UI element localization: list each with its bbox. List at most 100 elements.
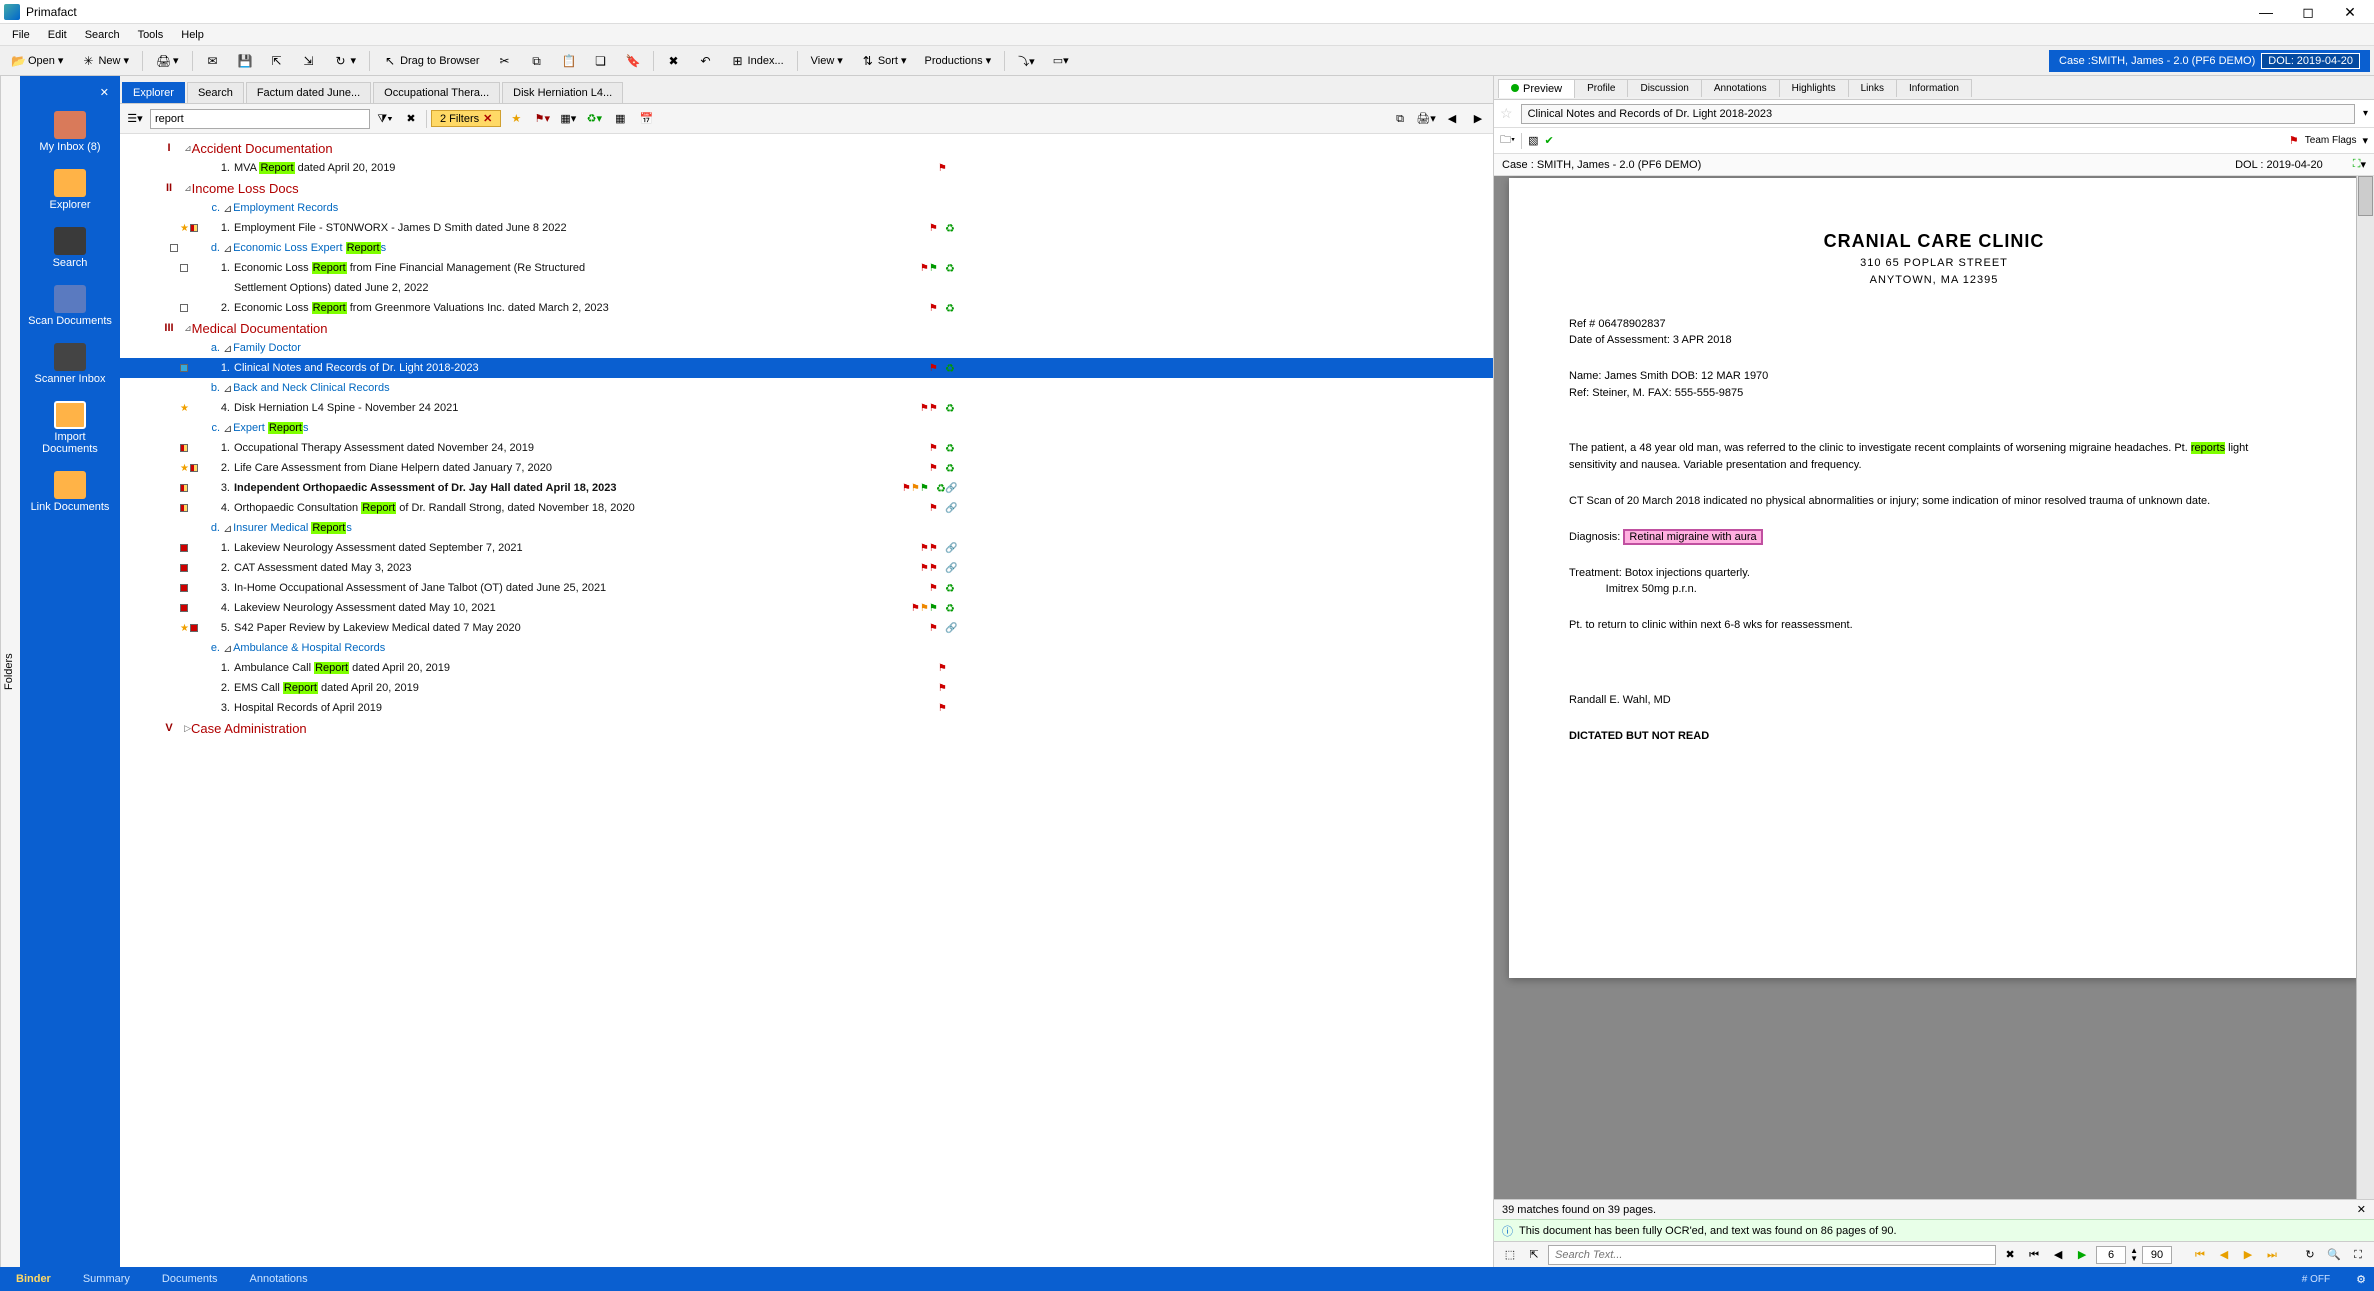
save-button[interactable]: 💾: [231, 50, 259, 72]
print-button[interactable]: 🖨▾: [149, 50, 186, 72]
document-row[interactable]: ★5.S42 Paper Review by Lakeview Medical …: [120, 618, 1493, 638]
menu-edit[interactable]: Edit: [40, 27, 75, 43]
folders-vertical-tab[interactable]: Folders: [0, 76, 20, 1267]
calendar-button[interactable]: 📅: [635, 108, 657, 130]
bottom-tab-documents[interactable]: Documents: [154, 1270, 226, 1288]
filter-button[interactable]: ⧩▾: [374, 108, 396, 130]
copy-button[interactable]: ⧉: [523, 50, 551, 72]
menu-file[interactable]: File: [4, 27, 38, 43]
drag-to-browser-button[interactable]: ↖Drag to Browser: [376, 50, 486, 72]
doc-flag-button[interactable]: ⚑: [2289, 134, 2299, 147]
tab-occupational[interactable]: Occupational Thera...: [373, 82, 500, 103]
sidebar-item-import[interactable]: Import Documents: [25, 395, 115, 461]
clear-filters-button[interactable]: ✕: [483, 112, 492, 125]
star-filter-button[interactable]: ★: [505, 108, 527, 130]
sidebar-item-scanner-inbox[interactable]: Scanner Inbox: [25, 337, 115, 391]
close-button[interactable]: ✕: [2330, 2, 2370, 22]
prev-button[interactable]: ◀: [1441, 108, 1463, 130]
document-row[interactable]: 2.CAT Assessment dated May 3, 2023: [120, 558, 1493, 578]
doc-title-input[interactable]: [1521, 104, 2355, 124]
subsection-header[interactable]: a. ⊿ Family Doctor: [120, 338, 1493, 358]
export-button[interactable]: ⇲: [295, 50, 323, 72]
color-filter-button[interactable]: ▦▾: [557, 108, 579, 130]
fullscreen-button[interactable]: ⛶: [2348, 1245, 2368, 1265]
prev-hit-button[interactable]: ◀: [2214, 1245, 2234, 1265]
sort-dropdown[interactable]: ⇅Sort ▾: [854, 50, 914, 72]
maximize-button[interactable]: ◻: [2288, 2, 2328, 22]
sidebar-item-explorer[interactable]: Explorer: [25, 163, 115, 217]
document-row[interactable]: ★4.Disk Herniation L4 Spine - November 2…: [120, 398, 1493, 418]
fit-width-button[interactable]: ⬚: [1500, 1245, 1520, 1265]
tool-misc1-button[interactable]: ⤵▾: [1011, 50, 1042, 72]
tab-explorer[interactable]: Explorer: [122, 82, 185, 103]
document-row[interactable]: 1.Ambulance Call Report dated April 20, …: [120, 658, 1493, 678]
subsection-header[interactable]: d. ⊿ Economic Loss Expert Reports: [120, 238, 1493, 258]
document-row[interactable]: 1.Lakeview Neurology Assessment dated Se…: [120, 538, 1493, 558]
index-button[interactable]: ⊞Index...: [724, 50, 791, 72]
document-row[interactable]: 1.Occupational Therapy Assessment dated …: [120, 438, 1493, 458]
document-row[interactable]: ★2.Life Care Assessment from Diane Helpe…: [120, 458, 1493, 478]
first-hit-button[interactable]: ⏮: [2190, 1245, 2210, 1265]
document-scrollbar[interactable]: [2356, 176, 2374, 1199]
bottom-tab-summary[interactable]: Summary: [75, 1270, 138, 1288]
menu-tools[interactable]: Tools: [130, 27, 172, 43]
document-row[interactable]: 2.Economic Loss Report from Greenmore Va…: [120, 298, 1493, 318]
sidebar-close-button[interactable]: ✕: [25, 84, 115, 101]
rotate-button[interactable]: ↻: [2300, 1245, 2320, 1265]
document-row[interactable]: 3.In-Home Occupational Assessment of Jan…: [120, 578, 1493, 598]
document-row[interactable]: ★1.Employment File - ST0NWORX - James D …: [120, 218, 1493, 238]
bottom-tab-binder[interactable]: Binder: [8, 1270, 59, 1288]
external-button[interactable]: ⇱: [1524, 1245, 1544, 1265]
doc-star-button[interactable]: ☆: [1500, 105, 1513, 122]
delete-button[interactable]: ✖: [660, 50, 688, 72]
next-hit-button[interactable]: ▶: [2238, 1245, 2258, 1265]
settings-gear-icon[interactable]: ⚙: [2356, 1273, 2366, 1286]
document-row[interactable]: 3.Independent Orthopaedic Assessment of …: [120, 478, 1493, 498]
subsection-header[interactable]: c. ⊿ Expert Reports: [120, 418, 1493, 438]
tab-annotations[interactable]: Annotations: [1701, 79, 1780, 97]
matches-close-button[interactable]: ✕: [2357, 1203, 2366, 1216]
tab-disk-herniation[interactable]: Disk Herniation L4...: [502, 82, 623, 103]
cut-button[interactable]: ✂: [491, 50, 519, 72]
document-viewer[interactable]: CRANIAL CARE CLINIC 310 65 POPLAR STREET…: [1494, 176, 2374, 1199]
share-button[interactable]: ⇱: [263, 50, 291, 72]
undo-button[interactable]: ↶: [692, 50, 720, 72]
sidebar-item-scan[interactable]: Scan Documents: [25, 279, 115, 333]
tab-factum[interactable]: Factum dated June...: [246, 82, 371, 103]
tool-misc2-button[interactable]: ▭▾: [1046, 50, 1076, 72]
next-button[interactable]: ▶: [1467, 108, 1489, 130]
section-header[interactable]: II ⊿ Income Loss Docs: [120, 178, 1493, 198]
new-button[interactable]: ✳New ▾: [74, 50, 136, 72]
document-tree[interactable]: I ⊿ Accident Documentation1.MVA Report d…: [120, 134, 1493, 1267]
document-row[interactable]: 1.MVA Report dated April 20, 2019: [120, 158, 1493, 178]
subsection-header[interactable]: e. ⊿ Ambulance & Hospital Records: [120, 638, 1493, 658]
zoom-button[interactable]: 🔍: [2324, 1245, 2344, 1265]
sidebar-item-search[interactable]: Search: [25, 221, 115, 275]
tab-search[interactable]: Search: [187, 82, 244, 103]
page-spinner[interactable]: ▲▼: [2130, 1247, 2138, 1263]
open-button[interactable]: 📂Open ▾: [4, 50, 70, 72]
section-header[interactable]: V ▷ Case Administration: [120, 718, 1493, 738]
doc-check-button[interactable]: ✔: [1544, 134, 1553, 147]
bookmark-button[interactable]: 🔖: [619, 50, 647, 72]
section-header[interactable]: I ⊿ Accident Documentation: [120, 138, 1493, 158]
prev-page-button[interactable]: ◀: [2048, 1245, 2068, 1265]
doc-title-expand-button[interactable]: ▾: [2363, 108, 2368, 119]
email-button[interactable]: ✉: [199, 50, 227, 72]
subsection-header[interactable]: d. ⊿ Insurer Medical Reports: [120, 518, 1493, 538]
page-current-input[interactable]: [2096, 1246, 2126, 1264]
tab-information[interactable]: Information: [1896, 79, 1972, 97]
flag-filter-button[interactable]: ⚑▾: [531, 108, 553, 130]
last-hit-button[interactable]: ⏭: [2262, 1245, 2282, 1265]
document-row[interactable]: 4.Lakeview Neurology Assessment dated Ma…: [120, 598, 1493, 618]
print-panel-button[interactable]: 🖨▾: [1415, 108, 1437, 130]
tab-profile[interactable]: Profile: [1574, 79, 1628, 97]
subsection-header[interactable]: b. ⊿ Back and Neck Clinical Records: [120, 378, 1493, 398]
next-page-button[interactable]: ▶: [2072, 1245, 2092, 1265]
tab-links[interactable]: Links: [1848, 79, 1897, 97]
filters-pill[interactable]: 2 Filters✕: [431, 110, 501, 127]
view-dropdown[interactable]: View ▾: [804, 50, 850, 72]
grid-button[interactable]: ▦: [609, 108, 631, 130]
tab-discussion[interactable]: Discussion: [1627, 79, 1701, 97]
clear-search-button[interactable]: ✖: [400, 108, 422, 130]
